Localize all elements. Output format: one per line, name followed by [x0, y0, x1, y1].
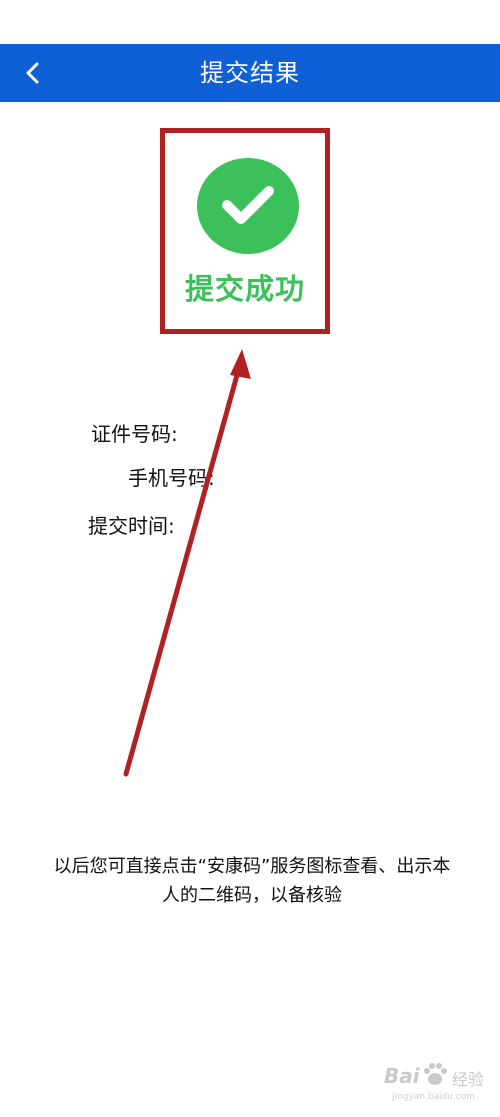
- watermark-brand: Bai: [384, 1064, 420, 1088]
- id-number-label: 证件号码:: [91, 422, 178, 446]
- page-title: 提交结果: [200, 59, 300, 87]
- success-status-text: 提交成功: [184, 272, 305, 306]
- paw-icon: [424, 1063, 447, 1085]
- watermark-suffix: 经验: [452, 1070, 485, 1089]
- watermark-url: jingyan.baidu.com: [392, 1092, 476, 1102]
- status-bar: [0, 0, 500, 44]
- phone-number-label: 手机号码:: [128, 466, 215, 490]
- watermark: Bai 经验 jingyan.baidu.com: [384, 1058, 494, 1108]
- check-circle-icon: [197, 158, 299, 254]
- submit-time-label: 提交时间:: [88, 514, 175, 538]
- footer-note: 以后您可直接点击“安康码”服务图标查看、出示本人的二维码，以备核验: [53, 856, 451, 906]
- navigation-bar: 提交结果: [0, 44, 500, 102]
- checkmark-icon: [222, 186, 274, 224]
